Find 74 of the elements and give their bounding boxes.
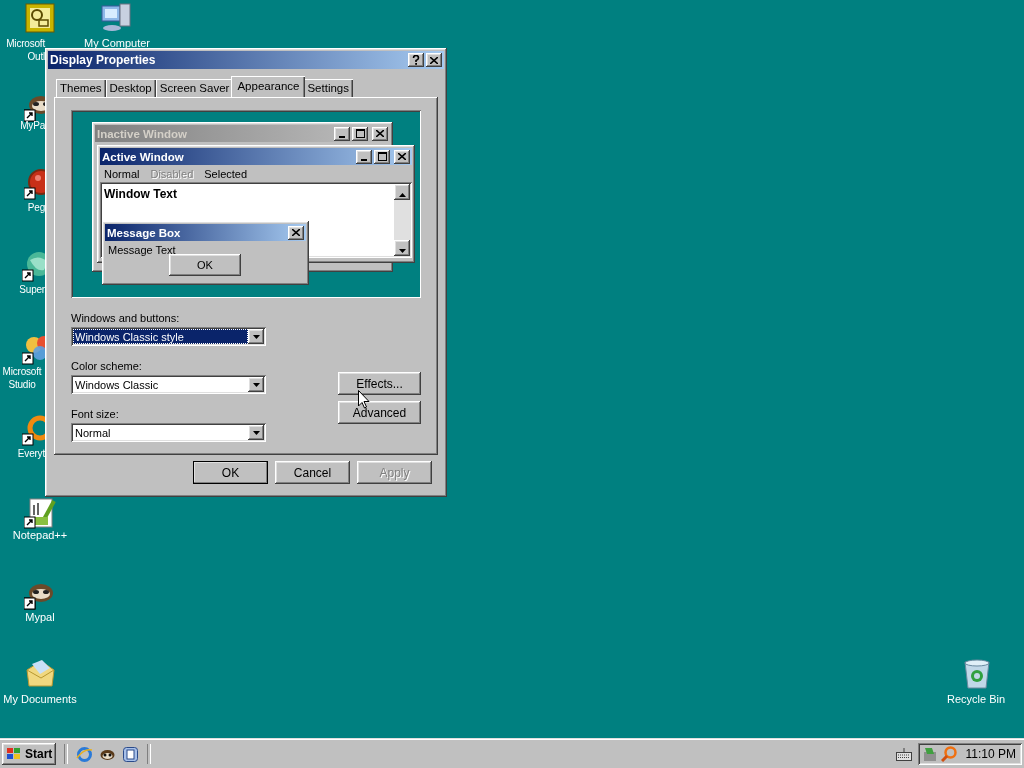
tab[interactable]: Appearance bbox=[231, 76, 306, 97]
tab[interactable]: Settings bbox=[303, 79, 353, 97]
minimize-icon bbox=[339, 135, 345, 138]
maximize-icon bbox=[355, 129, 365, 138]
icon-label: Notepad++ bbox=[11, 529, 69, 542]
maximize-button[interactable] bbox=[374, 149, 390, 164]
clock: 11:10 PM bbox=[965, 747, 1016, 761]
dialog-button[interactable]: Effects... bbox=[338, 372, 421, 395]
icon-label: Everyt bbox=[16, 447, 45, 460]
computer-icon[interactable] bbox=[100, 2, 132, 34]
icon-label: Recycle Bin bbox=[945, 693, 1007, 706]
close-button[interactable] bbox=[372, 126, 388, 141]
close-icon bbox=[376, 130, 384, 137]
mouse-cursor-icon bbox=[358, 390, 370, 409]
windows-logo-icon bbox=[6, 747, 22, 761]
help-button[interactable] bbox=[408, 53, 424, 67]
close-button[interactable] bbox=[288, 225, 304, 240]
ok-button[interactable]: OK bbox=[169, 254, 241, 276]
start-button[interactable]: Start bbox=[2, 743, 57, 765]
down-arrow-icon bbox=[252, 382, 260, 387]
window-title: Inactive Window bbox=[97, 127, 188, 140]
icon-label: Super bbox=[18, 283, 45, 296]
minimize-button[interactable] bbox=[334, 126, 350, 141]
down-arrow-icon bbox=[252, 430, 260, 435]
desktop-icon[interactable] bbox=[122, 745, 140, 763]
scroll-down-button[interactable] bbox=[394, 240, 410, 256]
icon-label: My Documents bbox=[2, 693, 78, 706]
dialog-button[interactable]: OK bbox=[193, 461, 268, 484]
close-button[interactable] bbox=[394, 149, 410, 164]
icon-label: Peg bbox=[26, 201, 45, 214]
icon-label: MyPa bbox=[19, 119, 45, 132]
close-icon bbox=[430, 56, 438, 64]
scroll-up-button[interactable] bbox=[394, 184, 410, 200]
dropdown[interactable]: Windows Classic style bbox=[71, 327, 266, 346]
minimize-icon bbox=[361, 158, 367, 161]
dropdown-button[interactable] bbox=[248, 425, 264, 440]
close-icon bbox=[398, 153, 406, 160]
field-label: Font size: bbox=[71, 408, 120, 420]
folder-icon[interactable] bbox=[24, 658, 56, 690]
tab[interactable]: Desktop bbox=[105, 79, 156, 97]
window-title: Display Properties bbox=[50, 53, 157, 67]
dialog-button[interactable]: Cancel bbox=[275, 461, 350, 484]
icon-label: Microsoft Outl bbox=[5, 37, 45, 63]
minimize-button[interactable] bbox=[356, 149, 372, 164]
down-arrow-icon bbox=[252, 334, 260, 339]
dropdown-button[interactable] bbox=[248, 377, 264, 392]
close-icon bbox=[292, 229, 300, 236]
icon-label: Microsoft Studio bbox=[1, 365, 43, 391]
menu-item[interactable]: Normal bbox=[104, 168, 140, 180]
help-icon bbox=[412, 55, 420, 65]
tab[interactable]: Themes bbox=[56, 79, 106, 97]
up-arrow-icon bbox=[398, 192, 406, 197]
window-title: Active Window bbox=[102, 150, 185, 163]
icon-label: My Computer bbox=[83, 37, 151, 50]
field-label: Windows and buttons: bbox=[71, 312, 181, 324]
keyboard-icon[interactable] bbox=[895, 747, 912, 761]
notepad-icon[interactable] bbox=[24, 497, 56, 529]
dropdown[interactable]: Windows Classic bbox=[71, 375, 266, 394]
message-text: Message Text bbox=[107, 243, 177, 256]
down-arrow-icon bbox=[398, 248, 406, 253]
tab[interactable]: Screen Saver bbox=[155, 79, 234, 97]
scrollbar[interactable] bbox=[394, 184, 410, 256]
maximize-button[interactable] bbox=[352, 126, 368, 141]
dropdown-button[interactable] bbox=[248, 329, 264, 344]
close-button[interactable] bbox=[426, 53, 442, 67]
icon-label: Mypal bbox=[24, 611, 56, 624]
dialog-button[interactable]: Advanced bbox=[338, 401, 421, 424]
maximize-icon bbox=[377, 152, 387, 161]
menu-item[interactable]: Selected bbox=[204, 168, 248, 180]
dropdown[interactable]: Normal bbox=[71, 423, 266, 442]
field-label: Color scheme: bbox=[71, 360, 143, 372]
calendar-icon[interactable] bbox=[25, 3, 57, 35]
window-text: Window Text bbox=[103, 186, 178, 203]
window-title: Message Box bbox=[107, 226, 182, 239]
